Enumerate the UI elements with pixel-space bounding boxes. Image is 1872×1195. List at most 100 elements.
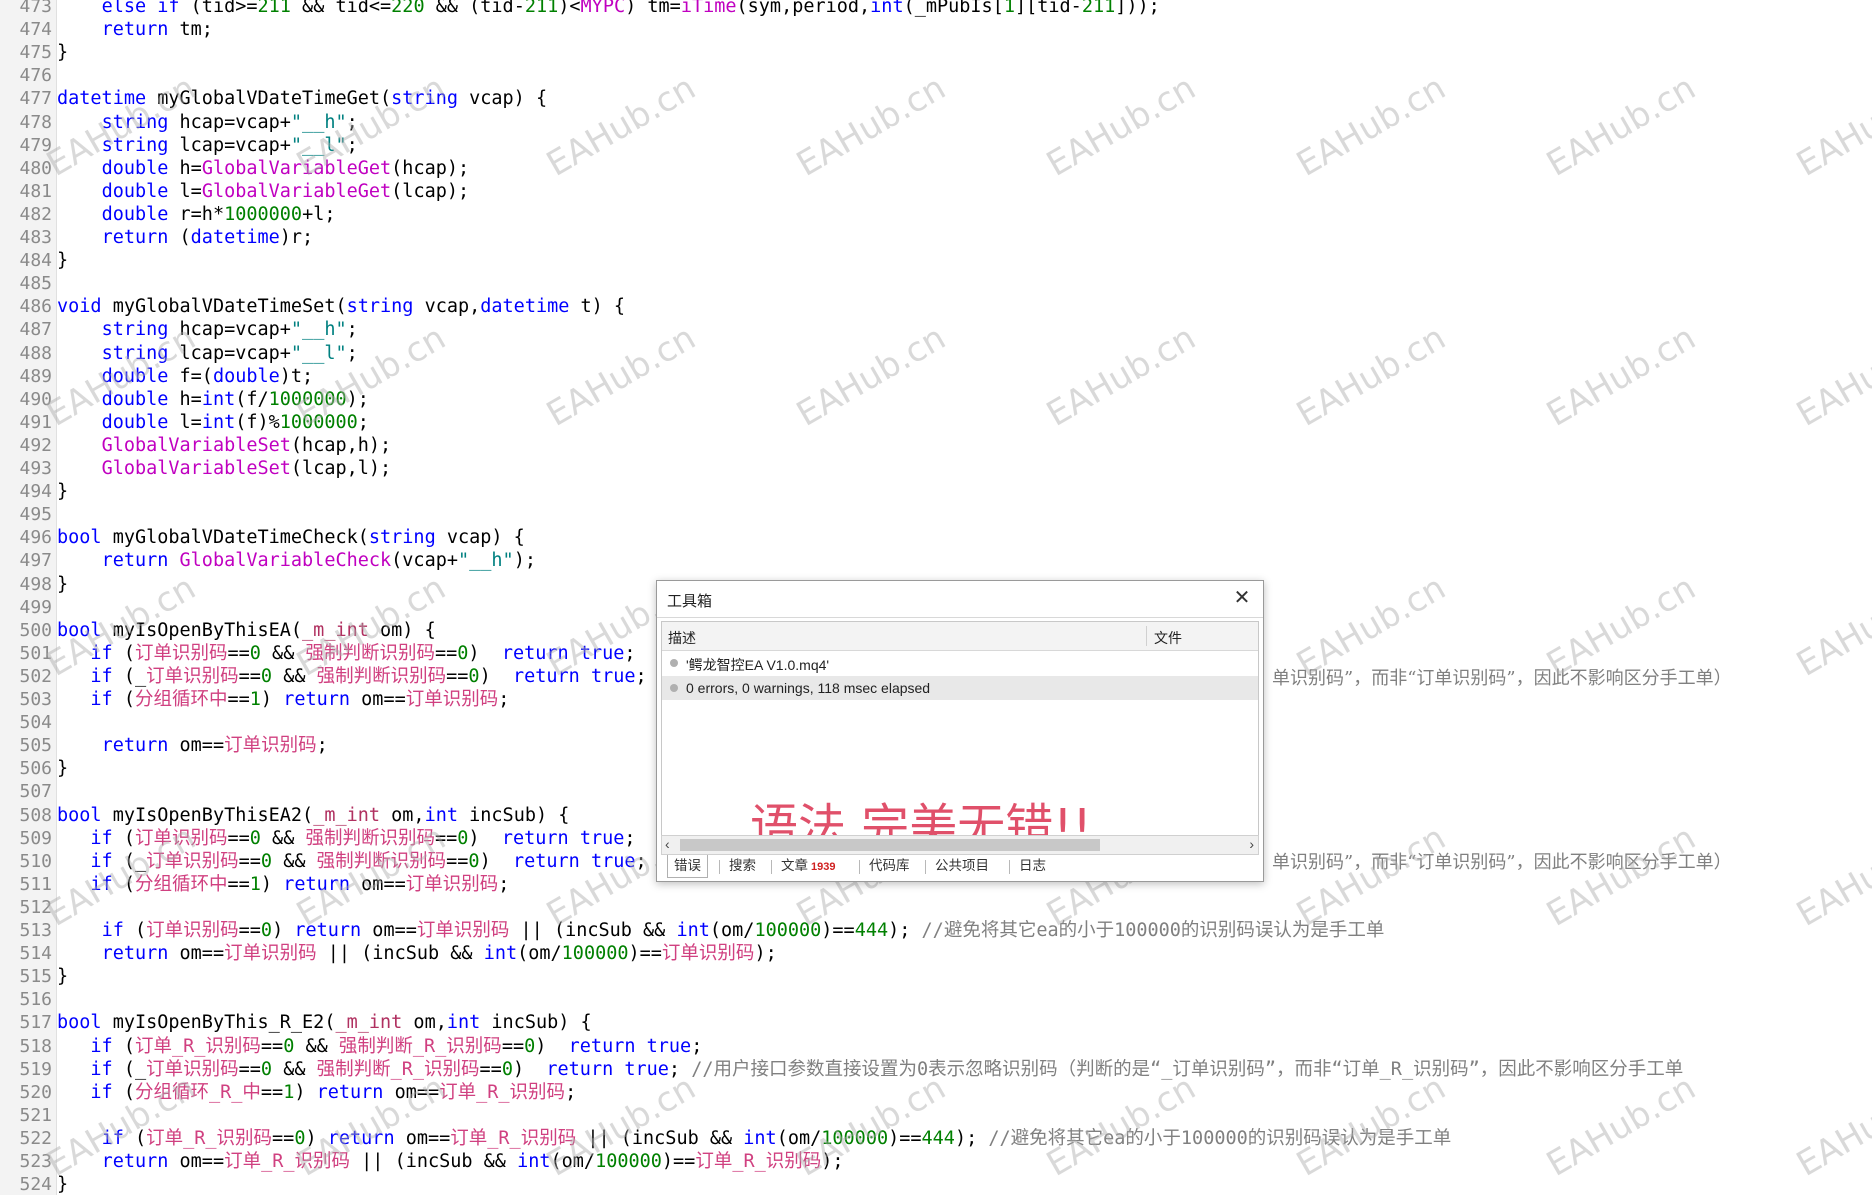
code-line[interactable]: 493 GlobalVariableSet(lcap,l);: [0, 457, 1872, 480]
column-header-description[interactable]: 描述: [668, 628, 696, 648]
message-row[interactable]: '鳄龙智控EA V1.0.mq4': [662, 651, 1258, 675]
code-text[interactable]: if (_订单识别码==0 && 强制判断识别码==0) return true…: [57, 850, 646, 873]
code-text[interactable]: if (分组循环_R_中==1) return om==订单_R_识别码;: [57, 1081, 576, 1104]
code-line[interactable]: 515}: [0, 965, 1872, 988]
code-text[interactable]: }: [57, 573, 68, 596]
code-line[interactable]: 518 if (订单_R_识别码==0 && 强制判断_R_识别码==0) re…: [0, 1035, 1872, 1058]
code-line[interactable]: 523 return om==订单_R_识别码 || (incSub && in…: [0, 1150, 1872, 1173]
message-row[interactable]: 0 errors, 0 warnings, 118 msec elapsed: [662, 676, 1258, 700]
code-line[interactable]: 474 return tm;: [0, 18, 1872, 41]
code-text[interactable]: bool myIsOpenByThis_R_E2(_m_int om,int i…: [57, 1011, 592, 1034]
code-text[interactable]: string hcap=vcap+"__h";: [57, 111, 358, 134]
horizontal-scrollbar[interactable]: ‹ ›: [661, 835, 1259, 855]
code-text[interactable]: string lcap=vcap+"__l";: [57, 342, 358, 365]
code-text[interactable]: double l=int(f)%1000000;: [57, 411, 369, 434]
code-line[interactable]: 478 string hcap=vcap+"__h";: [0, 111, 1872, 134]
tab-articles[interactable]: 文章 1939: [775, 855, 841, 877]
code-text[interactable]: if (订单识别码==0) return om==订单识别码 || (incSu…: [57, 919, 1385, 942]
code-text[interactable]: double l=GlobalVariableGet(lcap);: [57, 180, 470, 203]
code-line[interactable]: 484}: [0, 249, 1872, 272]
code-line[interactable]: 479 string lcap=vcap+"__l";: [0, 134, 1872, 157]
tab-journal[interactable]: 日志: [1013, 855, 1052, 877]
code-text[interactable]: double f=(double)t;: [57, 365, 314, 388]
code-text[interactable]: string hcap=vcap+"__h";: [57, 318, 358, 341]
code-text[interactable]: bool myIsOpenByThisEA(_m_int om) {: [57, 619, 436, 642]
code-text[interactable]: return om==订单识别码 || (incSub && int(om/10…: [57, 942, 777, 965]
code-text[interactable]: string lcap=vcap+"__l";: [57, 134, 358, 157]
code-line[interactable]: 473 else if (tid>=211 && tid<=220 && (ti…: [0, 0, 1872, 18]
code-text[interactable]: }: [57, 249, 68, 272]
code-line[interactable]: 476: [0, 64, 1872, 87]
code-text[interactable]: if (订单_R_识别码==0) return om==订单_R_识别码 || …: [57, 1127, 1452, 1150]
code-line[interactable]: 494}: [0, 480, 1872, 503]
code-line[interactable]: 491 double l=int(f)%1000000;: [0, 411, 1872, 434]
code-text[interactable]: bool myGlobalVDateTimeCheck(string vcap)…: [57, 526, 525, 549]
code-line[interactable]: 486 void myGlobalVDateTimeSet(string vcap…: [0, 295, 1872, 318]
code-text[interactable]: if (订单识别码==0 && 强制判断识别码==0) return true;: [57, 642, 635, 665]
code-text[interactable]: }: [57, 1173, 68, 1195]
code-line[interactable]: 520 if (分组循环_R_中==1) return om==订单_R_识别码…: [0, 1081, 1872, 1104]
code-line[interactable]: 481 double l=GlobalVariableGet(lcap);: [0, 180, 1872, 203]
code-line[interactable]: 495: [0, 503, 1872, 526]
code-line[interactable]: 514 return om==订单识别码 || (incSub && int(o…: [0, 942, 1872, 965]
code-line[interactable]: 490 double h=int(f/1000000);: [0, 388, 1872, 411]
scroll-right-icon[interactable]: ›: [1249, 836, 1254, 852]
code-line[interactable]: 475}: [0, 41, 1872, 64]
code-line[interactable]: 513 if (订单识别码==0) return om==订单识别码 || (i…: [0, 919, 1872, 942]
code-line[interactable]: 497 return GlobalVariableCheck(vcap+"__h…: [0, 549, 1872, 572]
code-line[interactable]: 483 return (datetime)r;: [0, 226, 1872, 249]
code-line[interactable]: 480 double h=GlobalVariableGet(hcap);: [0, 157, 1872, 180]
code-line[interactable]: 477 datetime myGlobalVDateTimeGet(string …: [0, 87, 1872, 110]
tab-codebase[interactable]: 代码库: [863, 855, 916, 877]
code-line[interactable]: 488 string lcap=vcap+"__l";: [0, 342, 1872, 365]
code-text[interactable]: return tm;: [57, 18, 213, 41]
code-line[interactable]: 512: [0, 896, 1872, 919]
column-header-file[interactable]: 文件: [1154, 628, 1182, 648]
code-text[interactable]: void myGlobalVDateTimeSet(string vcap,da…: [57, 295, 625, 318]
code-text[interactable]: GlobalVariableSet(lcap,l);: [57, 457, 392, 480]
code-line[interactable]: 489 double f=(double)t;: [0, 365, 1872, 388]
code-text[interactable]: GlobalVariableSet(hcap,h);: [57, 434, 392, 457]
code-line[interactable]: 519 if (_订单识别码==0 && 强制判断_R_识别码==0) retu…: [0, 1058, 1872, 1081]
code-text[interactable]: return om==订单识别码;: [57, 734, 328, 757]
code-text[interactable]: return om==订单_R_识别码 || (incSub && int(om…: [57, 1150, 844, 1173]
code-text[interactable]: if (_订单识别码==0 && 强制判断识别码==0) return true…: [57, 665, 646, 688]
code-text[interactable]: return (datetime)r;: [57, 226, 314, 249]
code-text[interactable]: if (分组循环中==1) return om==订单识别码;: [57, 688, 509, 711]
code-line[interactable]: 496 bool myGlobalVDateTimeCheck(string vc…: [0, 526, 1872, 549]
code-line[interactable]: 482 double r=h*1000000+l;: [0, 203, 1872, 226]
column-divider[interactable]: [1146, 626, 1147, 646]
scroll-left-icon[interactable]: ‹: [665, 836, 670, 852]
code-line[interactable]: 521: [0, 1104, 1872, 1127]
code-text[interactable]: double h=GlobalVariableGet(hcap);: [57, 157, 470, 180]
code-text[interactable]: double r=h*1000000+l;: [57, 203, 336, 226]
code-line[interactable]: 485: [0, 272, 1872, 295]
code-text[interactable]: else if (tid>=211 && tid<=220 && (tid-21…: [57, 0, 1160, 18]
code-line[interactable]: 516: [0, 988, 1872, 1011]
tab-public-projects[interactable]: 公共项目: [929, 855, 995, 877]
code-line[interactable]: 524}: [0, 1173, 1872, 1195]
code-text[interactable]: if (订单_R_识别码==0 && 强制判断_R_识别码==0) return…: [57, 1035, 702, 1058]
code-text[interactable]: }: [57, 41, 68, 64]
code-line[interactable]: 522 if (订单_R_识别码==0) return om==订单_R_识别码…: [0, 1127, 1872, 1150]
code-text[interactable]: datetime myGlobalVDateTimeGet(string vca…: [57, 87, 547, 110]
tab-search[interactable]: 搜索: [723, 855, 762, 877]
code-text[interactable]: }: [57, 480, 68, 503]
close-icon[interactable]: ✕: [1231, 587, 1253, 609]
code-text[interactable]: }: [57, 757, 68, 780]
code-text[interactable]: if (分组循环中==1) return om==订单识别码;: [57, 873, 509, 896]
tab-errors[interactable]: 错误: [667, 855, 708, 878]
code-line[interactable]: 492 GlobalVariableSet(hcap,h);: [0, 434, 1872, 457]
code-line[interactable]: 517 bool myIsOpenByThis_R_E2(_m_int om,in…: [0, 1011, 1872, 1034]
code-text[interactable]: double h=int(f/1000000);: [57, 388, 369, 411]
code-line[interactable]: 487 string hcap=vcap+"__h";: [0, 318, 1872, 341]
line-number: 509: [19, 827, 52, 849]
scrollbar-thumb[interactable]: [680, 839, 1100, 851]
code-text[interactable]: if (_订单识别码==0 && 强制判断_R_识别码==0) return t…: [57, 1058, 1683, 1081]
code-text[interactable]: bool myIsOpenByThisEA2(_m_int om,int inc…: [57, 804, 569, 827]
toolbox-dialog[interactable]: 工具箱 ✕ 描述 文件 '鳄龙智控EA V1.0.mq4' 0 errors, …: [656, 580, 1264, 882]
code-text[interactable]: if (订单识别码==0 && 强制判断识别码==0) return true;: [57, 827, 635, 850]
code-text[interactable]: }: [57, 965, 68, 988]
code-text[interactable]: return GlobalVariableCheck(vcap+"__h");: [57, 549, 536, 572]
dialog-titlebar[interactable]: 工具箱 ✕: [657, 581, 1263, 618]
